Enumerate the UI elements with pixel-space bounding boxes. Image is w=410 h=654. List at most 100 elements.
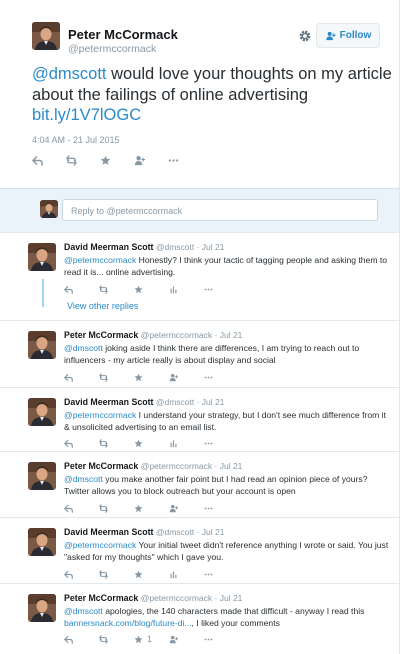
mention-link[interactable]: @petermccormack — [64, 410, 136, 420]
reply-date[interactable]: · Jul 21 — [197, 397, 225, 407]
mention-link[interactable]: @petermccormack — [64, 255, 136, 265]
avatar[interactable] — [28, 462, 56, 490]
reply-tweet[interactable]: David Meerman Scott @dmscott · Jul 21 @p… — [0, 518, 400, 584]
like-icon[interactable] — [134, 371, 169, 383]
retweet-icon[interactable] — [66, 153, 100, 167]
retweet-icon[interactable] — [99, 371, 134, 383]
like-icon[interactable]: 1 — [134, 633, 169, 645]
reply-body: apologies, the 140 characters made that … — [102, 606, 365, 616]
conversation: David Meerman Scott @dmscott · Jul 21 @p… — [0, 233, 400, 654]
reply-author-name[interactable]: Peter McCormack — [64, 593, 138, 603]
reply-body: you make another fair point but I had re… — [64, 474, 368, 496]
avatar[interactable] — [28, 243, 56, 271]
reply-date[interactable]: · Jul 21 — [197, 527, 225, 537]
more-icon[interactable] — [204, 371, 239, 383]
reply-author-handle[interactable]: @dmscott — [156, 527, 194, 537]
retweet-icon[interactable] — [99, 633, 134, 645]
avatar[interactable] — [28, 331, 56, 359]
analytics-icon[interactable] — [169, 437, 204, 449]
reply-header: David Meerman Scott @dmscott · Jul 21 — [64, 397, 224, 407]
tweet-text: @dmscott would love your thoughts on my … — [32, 64, 392, 126]
reply-actions — [64, 371, 239, 383]
tweet-link[interactable]: bit.ly/1V7lOGC — [32, 106, 141, 124]
analytics-icon[interactable] — [169, 568, 204, 580]
reply-tweet[interactable]: David Meerman Scott @dmscott · Jul 21 @p… — [0, 388, 400, 452]
follow-icon[interactable] — [134, 153, 168, 167]
mention-link[interactable]: @petermccormack — [64, 540, 136, 550]
like-icon[interactable] — [134, 437, 169, 449]
reply-date[interactable]: · Jul 21 — [215, 330, 243, 340]
reply-icon[interactable] — [64, 283, 99, 295]
reply-actions — [64, 502, 239, 514]
reply-tweet[interactable]: Peter McCormack @petermccormack · Jul 21… — [0, 321, 400, 388]
reply-author-handle[interactable]: @dmscott — [156, 397, 194, 407]
reply-body: joking aside I think there are differenc… — [64, 343, 360, 365]
reply-actions: 1 — [64, 633, 239, 645]
avatar[interactable] — [32, 22, 60, 50]
reply-text: @petermccormack Your initial tweet didn'… — [64, 539, 394, 563]
mention-link[interactable]: @dmscott — [64, 343, 103, 353]
like-icon[interactable] — [100, 153, 134, 167]
more-icon[interactable] — [204, 568, 239, 580]
more-icon[interactable] — [168, 153, 202, 167]
avatar[interactable] — [28, 398, 56, 426]
tweet-timestamp[interactable]: 4:04 AM - 21 Jul 2015 — [32, 135, 120, 145]
reply-header: David Meerman Scott @dmscott · Jul 21 — [64, 242, 224, 252]
author-handle[interactable]: @petermccormack — [68, 43, 156, 55]
reply-date[interactable]: · Jul 21 — [215, 593, 243, 603]
main-tweet: Peter McCormack @petermccormack Follow @… — [0, 0, 400, 188]
reply-date[interactable]: · Jul 21 — [215, 461, 243, 471]
follow-label: Follow — [339, 30, 372, 41]
retweet-icon[interactable] — [99, 502, 134, 514]
more-icon[interactable] — [204, 437, 239, 449]
reply-date[interactable]: · Jul 21 — [197, 242, 225, 252]
more-icon[interactable] — [204, 283, 239, 295]
gear-icon[interactable] — [298, 29, 312, 43]
reply-icon[interactable] — [64, 437, 99, 449]
retweet-icon[interactable] — [99, 283, 134, 295]
reply-text: @dmscott you make another fair point but… — [64, 473, 394, 497]
reply-icon[interactable] — [32, 153, 66, 167]
analytics-icon[interactable] — [169, 283, 204, 295]
reply-link[interactable]: bannersnack.com/blog/future-di... — [64, 618, 192, 628]
reply-tweet[interactable]: David Meerman Scott @dmscott · Jul 21 @p… — [0, 233, 400, 321]
reply-author-name[interactable]: David Meerman Scott — [64, 527, 153, 537]
reply-icon[interactable] — [64, 633, 99, 645]
avatar[interactable] — [28, 528, 56, 556]
like-icon[interactable] — [134, 502, 169, 514]
follow-icon[interactable] — [169, 633, 204, 645]
thread-line — [42, 279, 44, 307]
reply-icon[interactable] — [64, 371, 99, 383]
reply-author-handle[interactable]: @dmscott — [156, 242, 194, 252]
reply-author-handle[interactable]: @petermccormack — [141, 330, 212, 340]
reply-author-name[interactable]: David Meerman Scott — [64, 242, 153, 252]
avatar[interactable] — [28, 594, 56, 622]
more-icon[interactable] — [204, 502, 239, 514]
reply-author-handle[interactable]: @petermccormack — [141, 461, 212, 471]
reply-input[interactable]: Reply to @petermccormack — [62, 199, 378, 221]
reply-author-name[interactable]: Peter McCormack — [64, 330, 138, 340]
like-icon[interactable] — [134, 283, 169, 295]
author-name[interactable]: Peter McCormack — [68, 27, 178, 42]
retweet-icon[interactable] — [99, 437, 134, 449]
follow-button[interactable]: Follow — [316, 23, 380, 48]
view-other-replies-link[interactable]: View other replies — [67, 301, 138, 311]
like-icon[interactable] — [134, 568, 169, 580]
reply-tweet[interactable]: Peter McCormack @petermccormack · Jul 21… — [0, 584, 400, 654]
reply-author-handle[interactable]: @petermccormack — [141, 593, 212, 603]
more-icon[interactable] — [204, 633, 239, 645]
reply-author-name[interactable]: Peter McCormack — [64, 461, 138, 471]
reply-author-name[interactable]: David Meerman Scott — [64, 397, 153, 407]
mention-link[interactable]: @dmscott — [32, 65, 107, 83]
reply-icon[interactable] — [64, 568, 99, 580]
reply-tweet[interactable]: Peter McCormack @petermccormack · Jul 21… — [0, 452, 400, 518]
reply-text: @petermccormack I understand your strate… — [64, 409, 394, 433]
mention-link[interactable]: @dmscott — [64, 606, 103, 616]
reply-actions — [64, 437, 239, 449]
follow-icon[interactable] — [169, 502, 204, 514]
reply-icon[interactable] — [64, 502, 99, 514]
retweet-icon[interactable] — [99, 568, 134, 580]
follow-icon[interactable] — [169, 371, 204, 383]
reply-body-end: , I liked your comments — [191, 618, 280, 628]
mention-link[interactable]: @dmscott — [64, 474, 103, 484]
